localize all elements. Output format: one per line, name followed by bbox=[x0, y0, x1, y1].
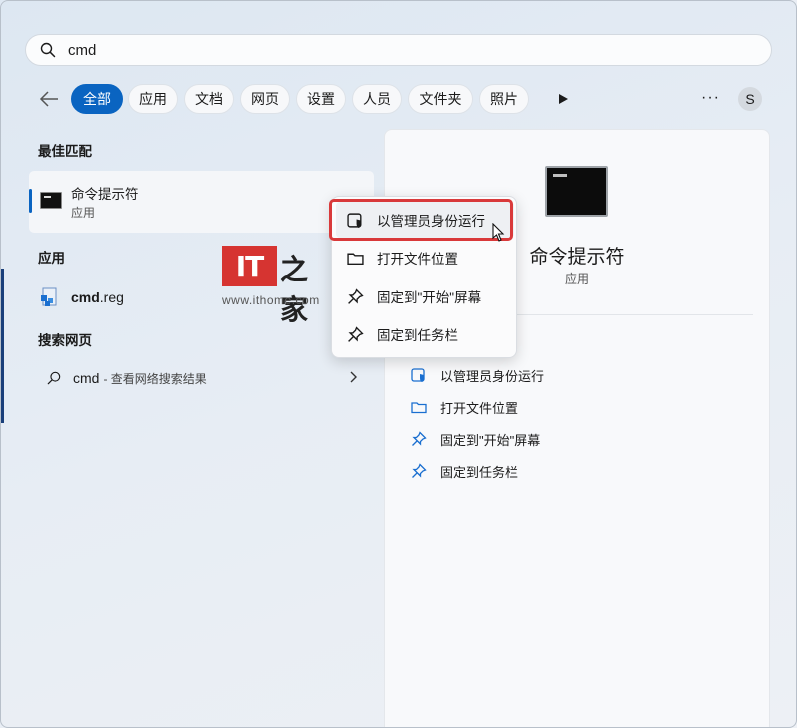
selection-indicator bbox=[29, 189, 32, 213]
search-icon bbox=[40, 42, 56, 58]
avatar[interactable]: S bbox=[738, 87, 762, 111]
mouse-cursor-icon bbox=[492, 223, 505, 242]
tab-folders[interactable]: 文件夹 bbox=[408, 84, 473, 114]
web-hint: - 查看网络搜索结果 bbox=[103, 371, 207, 386]
panel-action-pin-start[interactable]: 固定到"开始"屏幕 bbox=[411, 429, 540, 449]
best-match-heading: 最佳匹配 bbox=[38, 144, 92, 159]
tab-photos[interactable]: 照片 bbox=[479, 84, 529, 114]
watermark-url: www.ithome.com bbox=[222, 293, 320, 307]
start-search-window: cmd 全部 应用 文档 网页 设置 人员 文件夹 照片 ··· S 最佳匹配 … bbox=[0, 0, 797, 728]
command-prompt-large-icon bbox=[545, 166, 608, 217]
tab-documents[interactable]: 文档 bbox=[184, 84, 234, 114]
best-match-item[interactable]: 命令提示符 应用 bbox=[29, 171, 374, 233]
panel-action-run-as-admin[interactable]: 以管理员身份运行 bbox=[411, 365, 544, 385]
chevron-right-icon[interactable] bbox=[349, 371, 357, 383]
watermark-brand: 之家 bbox=[280, 253, 309, 326]
window-edge-accent bbox=[1, 269, 4, 423]
web-search-heading: 搜索网页 bbox=[38, 333, 92, 348]
best-match-type: 应用 bbox=[71, 206, 96, 220]
command-prompt-icon bbox=[40, 192, 62, 209]
tab-web[interactable]: 网页 bbox=[240, 84, 290, 114]
search-icon bbox=[47, 371, 61, 385]
search-box[interactable]: cmd bbox=[25, 34, 772, 66]
list-item[interactable]: cmd.reg bbox=[41, 286, 124, 308]
tab-all[interactable]: 全部 bbox=[71, 84, 123, 114]
web-search-item[interactable]: cmd - 查看网络搜索结果 bbox=[41, 367, 363, 389]
play-icon[interactable] bbox=[557, 93, 569, 105]
panel-action-pin-taskbar[interactable]: 固定到任务栏 bbox=[411, 461, 518, 481]
web-query: cmd bbox=[73, 370, 100, 386]
tab-apps[interactable]: 应用 bbox=[128, 84, 178, 114]
filter-bar: 全部 应用 文档 网页 设置 人员 文件夹 照片 ··· S bbox=[1, 83, 796, 115]
menu-item-pin-start[interactable]: 固定到"开始"屏幕 bbox=[332, 278, 518, 314]
best-match-name: 命令提示符 bbox=[71, 187, 139, 202]
menu-item-open-location[interactable]: 打开文件位置 bbox=[332, 240, 518, 276]
back-arrow-icon[interactable] bbox=[38, 89, 60, 109]
panel-action-open-location[interactable]: 打开文件位置 bbox=[411, 397, 518, 417]
pin-icon bbox=[348, 287, 364, 304]
tab-people[interactable]: 人员 bbox=[352, 84, 402, 114]
search-input[interactable]: cmd bbox=[68, 42, 96, 59]
highlight-annotation bbox=[329, 199, 513, 241]
more-options-icon[interactable]: ··· bbox=[701, 89, 720, 107]
watermark-logo: IT bbox=[222, 246, 277, 286]
folder-icon bbox=[347, 253, 364, 265]
menu-item-pin-taskbar[interactable]: 固定到任务栏 bbox=[332, 316, 518, 352]
app-label: cmd.reg bbox=[71, 289, 124, 305]
watermark: IT 之家 www.ithome.com bbox=[222, 246, 327, 326]
pin-icon bbox=[348, 325, 364, 342]
admin-shield-icon bbox=[411, 368, 425, 382]
apps-heading: 应用 bbox=[38, 251, 65, 266]
folder-icon bbox=[411, 402, 427, 414]
pin-icon bbox=[412, 463, 427, 478]
pin-icon bbox=[412, 431, 427, 446]
registry-file-icon bbox=[41, 287, 57, 306]
tab-settings[interactable]: 设置 bbox=[296, 84, 346, 114]
